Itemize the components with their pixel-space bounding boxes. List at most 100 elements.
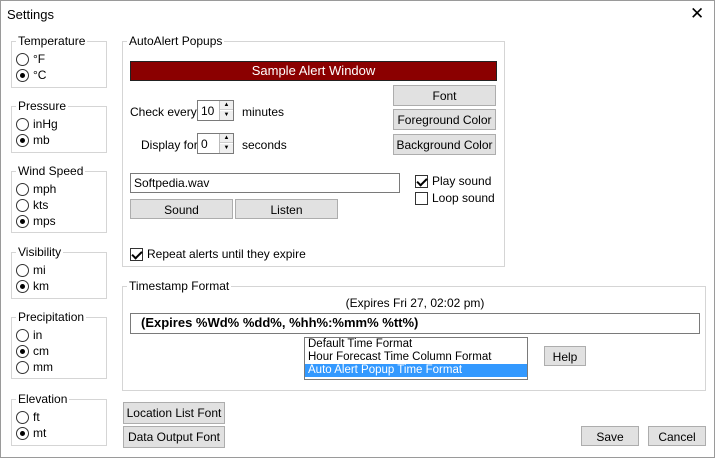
radio-mph-label: mph xyxy=(33,182,57,196)
radio-mb-label: mb xyxy=(33,133,50,147)
display-for-stepper[interactable]: 0 ▲ ▼ xyxy=(197,133,234,154)
spin-up-icon[interactable]: ▲ xyxy=(220,101,233,110)
spin-down-icon[interactable]: ▼ xyxy=(220,144,233,153)
window-title: Settings xyxy=(7,7,54,22)
timestamp-format-input[interactable]: (Expires %Wd% %dd%, %hh%:%mm% %tt%) xyxy=(130,313,700,334)
radio-kts[interactable]: kts xyxy=(16,198,48,212)
spin-down-icon[interactable]: ▼ xyxy=(220,111,233,120)
save-button[interactable]: Save xyxy=(581,426,639,446)
radio-km-circle xyxy=(16,279,29,293)
check-every-stepper[interactable]: 10 ▲ ▼ xyxy=(197,100,234,121)
repeat-alerts-label: Repeat alerts until they expire xyxy=(147,247,306,261)
time-format-list[interactable]: Default Time Format Hour Forecast Time C… xyxy=(304,337,528,380)
radio-inhg-circle xyxy=(16,117,29,131)
radio-mm-label: mm xyxy=(33,360,53,374)
title-bar: Settings ✕ xyxy=(1,1,714,29)
visibility-label: Visibility xyxy=(16,245,64,259)
sound-file-input[interactable]: Softpedia.wav xyxy=(130,173,400,193)
radio-fahrenheit-label: °F xyxy=(33,52,46,66)
elevation-group: Elevation ft mt xyxy=(11,392,107,446)
background-color-button[interactable]: Background Color xyxy=(393,134,496,155)
close-icon[interactable]: ✕ xyxy=(690,4,704,24)
radio-celsius[interactable]: °C xyxy=(16,68,46,82)
pressure-group: Pressure inHg mb xyxy=(11,99,107,153)
radio-mt[interactable]: mt xyxy=(16,426,46,440)
radio-mi-circle xyxy=(16,263,29,277)
radio-kts-circle xyxy=(16,198,29,212)
list-item-auto-alert-format[interactable]: Auto Alert Popup Time Format xyxy=(305,364,527,377)
timestamp-preview: (Expires Fri 27, 02:02 pm) xyxy=(345,296,485,310)
listen-button[interactable]: Listen xyxy=(235,199,338,219)
list-item-default-time-format[interactable]: Default Time Format xyxy=(305,338,527,351)
radio-mm[interactable]: mm xyxy=(16,360,53,374)
radio-mps-label: mps xyxy=(33,214,56,228)
radio-mph-circle xyxy=(16,182,29,196)
radio-cm[interactable]: cm xyxy=(16,344,49,358)
elevation-label: Elevation xyxy=(16,392,70,406)
precipitation-label: Precipitation xyxy=(16,310,87,324)
radio-inhg[interactable]: inHg xyxy=(16,117,58,131)
cancel-button[interactable]: Cancel xyxy=(648,426,706,446)
repeat-alerts-checkbox[interactable]: Repeat alerts until they expire xyxy=(130,247,306,261)
radio-inhg-label: inHg xyxy=(33,117,58,131)
radio-kts-label: kts xyxy=(33,198,49,212)
radio-ft-label: ft xyxy=(33,410,40,424)
radio-mt-label: mt xyxy=(33,426,47,440)
radio-mps[interactable]: mps xyxy=(16,214,56,228)
radio-celsius-label: °C xyxy=(33,68,47,82)
radio-in-label: in xyxy=(33,328,43,342)
radio-ft[interactable]: ft xyxy=(16,410,40,424)
check-every-value: 10 xyxy=(201,104,215,118)
pressure-label: Pressure xyxy=(16,99,69,113)
sample-alert-window: Sample Alert Window xyxy=(130,61,497,81)
display-for-label: Display for xyxy=(141,138,198,152)
loop-sound-label: Loop sound xyxy=(432,191,495,205)
sound-button[interactable]: Sound xyxy=(130,199,233,219)
radio-cm-circle xyxy=(16,344,29,358)
font-button[interactable]: Font xyxy=(393,85,496,106)
radio-mps-circle xyxy=(16,214,29,228)
radio-ft-circle xyxy=(16,410,29,424)
radio-km-label: km xyxy=(33,279,49,293)
radio-fahrenheit[interactable]: °F xyxy=(16,52,45,66)
radio-mb[interactable]: mb xyxy=(16,133,50,147)
radio-mi[interactable]: mi xyxy=(16,263,46,277)
radio-mm-circle xyxy=(16,360,29,374)
radio-mt-circle xyxy=(16,426,29,440)
display-for-arrows: ▲ ▼ xyxy=(219,134,233,153)
radio-in-circle xyxy=(16,328,29,342)
foreground-color-button[interactable]: Foreground Color xyxy=(393,109,496,130)
temperature-label: Temperature xyxy=(16,34,88,48)
location-list-font-button[interactable]: Location List Font xyxy=(123,402,225,424)
loop-sound-checkbox[interactable]: Loop sound xyxy=(415,191,495,205)
radio-mph[interactable]: mph xyxy=(16,182,56,196)
loop-sound-box xyxy=(415,191,428,205)
temperature-group: Temperature °F °C xyxy=(11,34,107,88)
wind-speed-group: Wind Speed mph kts mps xyxy=(11,164,107,233)
play-sound-checkbox[interactable]: Play sound xyxy=(415,174,491,188)
autoalert-group: AutoAlert Popups Sample Alert Window Che… xyxy=(122,34,505,267)
radio-celsius-circle xyxy=(16,68,29,82)
radio-cm-label: cm xyxy=(33,344,49,358)
list-item-hour-forecast-format[interactable]: Hour Forecast Time Column Format xyxy=(305,351,527,364)
play-sound-box xyxy=(415,174,428,188)
settings-window: Settings ✕ Temperature °F °C Pressure in… xyxy=(0,0,715,458)
radio-km[interactable]: km xyxy=(16,279,49,293)
radio-mi-label: mi xyxy=(33,263,46,277)
precipitation-group: Precipitation in cm mm xyxy=(11,310,107,379)
check-every-label: Check every xyxy=(130,105,197,119)
radio-in[interactable]: in xyxy=(16,328,42,342)
spin-up-icon[interactable]: ▲ xyxy=(220,134,233,143)
data-output-font-button[interactable]: Data Output Font xyxy=(123,426,225,448)
visibility-group: Visibility mi km xyxy=(11,245,107,299)
play-sound-label: Play sound xyxy=(432,174,492,188)
repeat-alerts-box xyxy=(130,247,143,261)
display-for-unit: seconds xyxy=(242,138,287,152)
help-button[interactable]: Help xyxy=(544,346,586,366)
check-every-unit: minutes xyxy=(242,105,285,119)
display-for-value: 0 xyxy=(201,137,208,151)
radio-fahrenheit-circle xyxy=(16,52,29,66)
radio-mb-circle xyxy=(16,133,29,147)
timestamp-label: Timestamp Format xyxy=(127,279,232,293)
wind-speed-label: Wind Speed xyxy=(16,164,86,178)
